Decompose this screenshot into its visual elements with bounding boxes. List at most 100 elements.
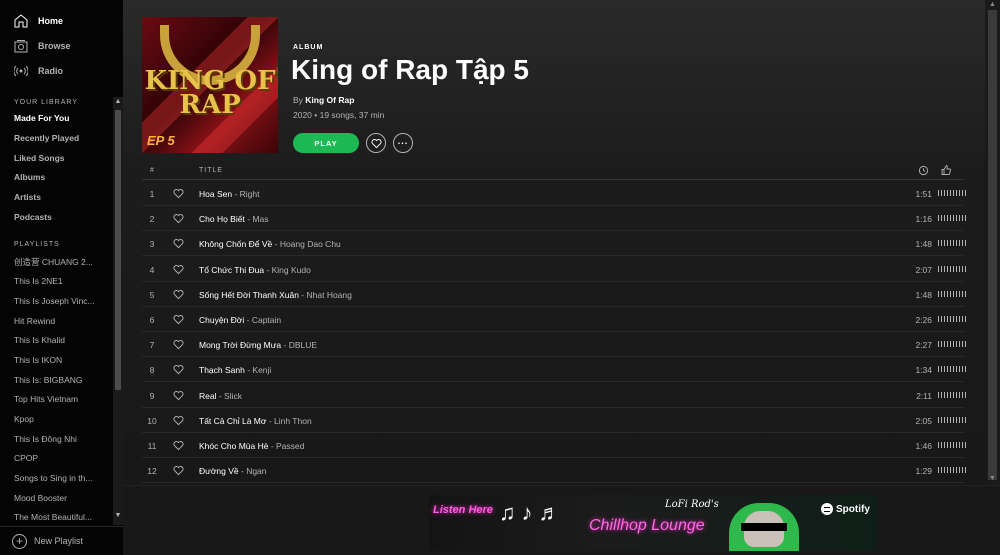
play-button[interactable]: PLAY [293,133,359,153]
nav-browse[interactable]: Browse [14,36,71,56]
album-artist-link[interactable]: King Of Rap [305,95,354,105]
track-duration: 1:48 [915,239,932,250]
heart-icon[interactable] [173,213,184,224]
playlist-item[interactable]: The Most Beautiful... [14,512,104,522]
track-row[interactable]: 1 Hoa Sen - Right 1:51 [142,181,966,206]
heart-icon[interactable] [173,440,184,451]
sidebar: Home Browse Radio YOUR LIBRARY Made For … [0,0,123,555]
track-row[interactable]: 12 Đường Về - Ngan 1:29 [142,458,966,484]
library-albums[interactable]: Albums [14,172,45,182]
heart-icon[interactable] [173,314,184,325]
track-row[interactable]: 10 Tất Cả Chỉ Là Mơ - Linh Thon 2:05 [142,408,966,433]
track-artist[interactable]: Slick [224,391,242,401]
track-info[interactable]: Đường Về - Ngan [199,466,267,476]
heart-icon[interactable] [173,390,184,401]
track-duration: 1:51 [915,189,932,199]
playlist-item[interactable]: This Is 2NE1 [14,276,104,286]
track-info[interactable]: Sống Hết Đời Thanh Xuân - Nhat Hoang [199,290,352,300]
sidebar-divider [0,526,123,527]
track-number: 9 [149,390,155,401]
heart-icon[interactable] [173,238,184,249]
nav-home[interactable]: Home [14,11,63,31]
ad-banner[interactable]: Listen Here ♫♪♬ LoFi Rod's Chillhop Loun… [429,495,877,551]
track-duration: 2:07 [915,264,932,275]
track-info[interactable]: Tổ Chức Thi Đua - King Kudo [199,265,311,275]
track-info[interactable]: Tất Cả Chỉ Là Mơ - Linh Thon [199,416,312,426]
library-podcasts[interactable]: Podcasts [14,212,52,222]
playlist-item[interactable]: CPOP [14,453,104,463]
track-row[interactable]: 7 Mong Trời Đừng Mưa - DBLUE 2:27 [142,332,966,358]
track-artist[interactable]: King Kudo [272,265,311,275]
spotify-logo-icon [821,503,833,515]
playlist-item[interactable]: Songs to Sing in th... [14,473,104,483]
library-liked-songs[interactable]: Liked Songs [14,153,65,163]
track-info[interactable]: Không Chốn Để Về - Hoang Dao Chu [199,239,341,249]
playlist-item[interactable]: This Is: BIGBANG [14,375,104,385]
track-artist[interactable]: DBLUE [289,340,317,350]
track-info[interactable]: Hoa Sen - Right [199,189,260,199]
track-row[interactable]: 2 Cho Họ Biết - Mas 1:16 [142,206,966,232]
nav-radio[interactable]: Radio [14,61,63,81]
track-row[interactable]: 11 Khóc Cho Mùa Hè - Passed 1:46 [142,433,966,458]
heart-icon[interactable] [173,264,184,275]
track-artist[interactable]: Ngan [246,466,266,476]
heart-icon [370,138,382,148]
popularity-bar [938,366,966,373]
track-info[interactable]: Khóc Cho Mùa Hè - Passed [199,441,304,451]
track-row[interactable]: 6 Chuyện Đời - Captain 2:26 [142,307,966,332]
track-artist[interactable]: Passed [276,441,304,451]
track-row[interactable]: 5 Sống Hết Đời Thanh Xuân - Nhat Hoang 1:4… [142,282,966,307]
album-title: King of Rap Tập 5 [291,54,529,85]
track-info[interactable]: Real - Slick [199,391,242,401]
track-info[interactable]: Mong Trời Đừng Mưa - DBLUE [199,340,317,350]
clock-icon[interactable] [918,165,929,176]
thumbs-up-icon[interactable] [940,164,952,176]
cover-ep: EP 5 [147,133,175,148]
heart-icon[interactable] [173,188,184,199]
new-playlist-button[interactable]: + New Playlist [12,532,83,550]
track-artist[interactable]: Nhat Hoang [307,290,352,300]
library-recently-played[interactable]: Recently Played [14,133,79,143]
scroll-up-icon[interactable]: ▲ [113,98,123,105]
playlist-item[interactable]: This Is Joseph Vinc... [14,296,104,306]
header-title[interactable]: TITLE [199,167,223,174]
scroll-down-icon[interactable]: ▼ [113,512,123,519]
track-row[interactable]: 4 Tổ Chức Thi Đua - King Kudo 2:07 [142,257,966,282]
track-info[interactable]: Thạch Sanh - Kenji [199,365,271,375]
track-info[interactable]: Chuyện Đời - Captain [199,315,281,325]
track-artist[interactable]: Hoang Dao Chu [280,239,341,249]
playlist-item[interactable]: This Is Đông Nhi [14,434,104,444]
track-artist[interactable]: Right [240,189,260,199]
like-album-button[interactable] [366,133,386,153]
track-artist[interactable]: Kenji [252,365,271,375]
heart-icon[interactable] [173,339,184,350]
playlist-item[interactable]: Hit Rewind [14,316,104,326]
playlist-item[interactable]: Top Hits Vietnam [14,394,104,404]
playlist-item[interactable]: This Is IKON [14,355,104,365]
playlist-item[interactable]: Kpop [14,414,104,424]
library-artists[interactable]: Artists [14,192,41,202]
track-row[interactable]: 9 Real - Slick 2:11 [142,383,966,408]
playlist-item[interactable]: 创造营 CHUANG 2... [14,256,104,268]
playlist-item[interactable]: This Is Khalid [14,335,104,345]
track-row[interactable]: 3 Không Chốn Để Về - Hoang Dao Chu 1:48 [142,231,966,257]
home-icon [14,14,28,28]
sidebar-scrollbar-thumb[interactable] [115,110,121,390]
separator: - [264,264,272,275]
heart-icon[interactable] [173,364,184,375]
more-options-button[interactable]: ... [393,133,413,153]
track-artist[interactable]: Captain [252,315,281,325]
track-duration: 1:16 [915,214,932,225]
playlist-item[interactable]: Mood Booster [14,493,104,503]
heart-icon[interactable] [173,289,184,300]
heart-icon[interactable] [173,465,184,476]
main-scrollbar-thumb[interactable] [988,10,997,480]
track-row[interactable]: 8 Thạch Sanh - Kenji 1:34 [142,357,966,383]
main-scroll-up-icon[interactable]: ▲ [985,1,1000,8]
track-info[interactable]: Cho Họ Biết - Mas [199,214,268,224]
main-scroll-down-icon[interactable]: ▼ [985,475,1000,482]
track-artist[interactable]: Mas [252,214,268,224]
library-made-for-you[interactable]: Made For You [14,113,69,123]
heart-icon[interactable] [173,415,184,426]
track-artist[interactable]: Linh Thon [274,416,312,426]
